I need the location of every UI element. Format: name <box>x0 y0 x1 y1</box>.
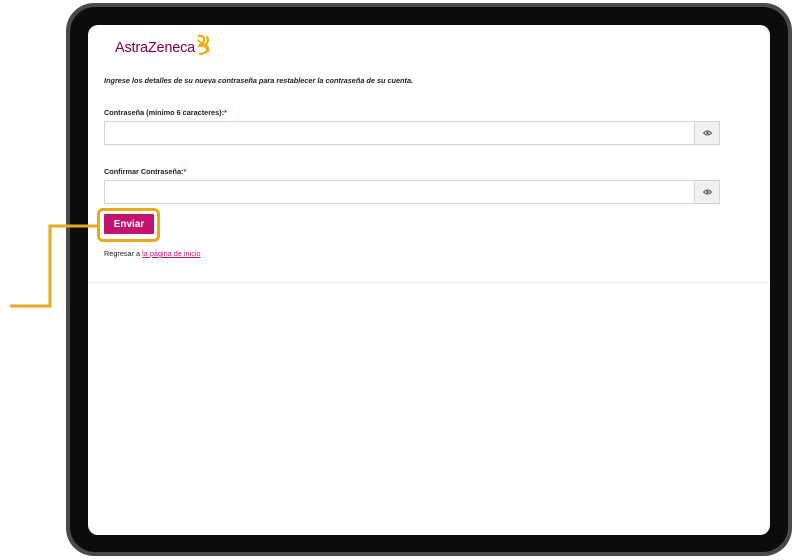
callout-line <box>10 224 98 308</box>
